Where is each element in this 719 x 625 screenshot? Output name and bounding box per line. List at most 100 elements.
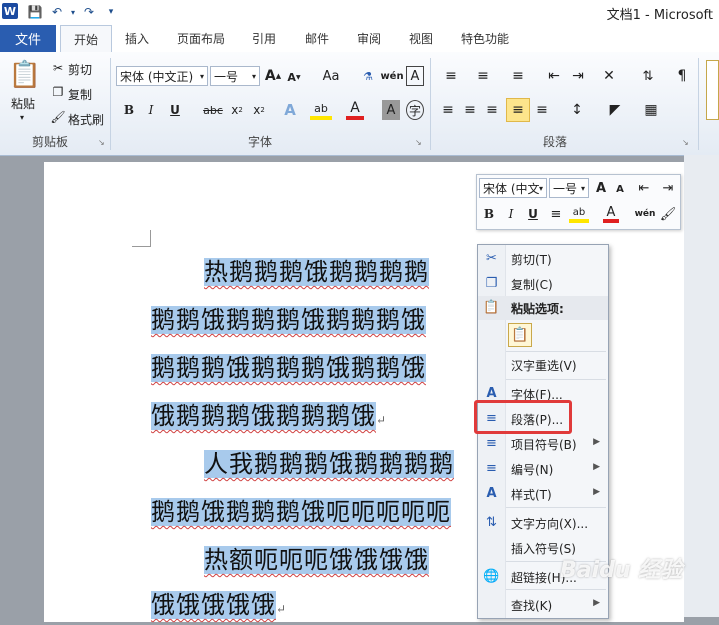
justify-icon[interactable]: ≡ bbox=[506, 98, 530, 122]
underline-icon[interactable]: U bbox=[166, 100, 184, 120]
menu-item-reconvert[interactable]: 汉字重选(V) bbox=[478, 353, 608, 377]
bold-icon[interactable]: B bbox=[481, 205, 497, 223]
format-painter-icon[interactable]: 🖌 bbox=[659, 205, 677, 223]
underline-icon[interactable]: U bbox=[525, 205, 541, 223]
italic-icon[interactable]: I bbox=[503, 205, 519, 223]
grow-font-icon[interactable]: A bbox=[593, 179, 609, 197]
numbering-icon[interactable]: ≡ bbox=[472, 66, 494, 86]
bold-icon[interactable]: B bbox=[120, 100, 138, 120]
menu-item-label: 粘贴选项: bbox=[511, 302, 564, 316]
phonetic-guide-icon[interactable]: wén bbox=[380, 66, 403, 86]
document-line[interactable]: 鹅鹅鹅饿鹅鹅鹅饿鹅鹅饿 bbox=[151, 348, 426, 388]
word-app-icon[interactable]: W bbox=[2, 3, 18, 19]
chevron-down-icon: ▾ bbox=[251, 71, 256, 81]
document-line[interactable]: 热鹅鹅鹅饿鹅鹅鹅鹅 bbox=[204, 252, 429, 292]
scissors-icon[interactable]: ✂ bbox=[50, 60, 66, 76]
paste-icon[interactable]: 📋 bbox=[8, 58, 42, 92]
document-line[interactable]: 热额呃呃呃饿饿饿饿 bbox=[204, 540, 429, 580]
paste-button[interactable]: 粘贴 bbox=[11, 95, 35, 112]
superscript-icon[interactable]: x2 bbox=[250, 100, 268, 120]
line-spacing-icon[interactable]: ↕ bbox=[566, 100, 588, 120]
menu-item-text-direction[interactable]: ⇅ 文字方向(X)... bbox=[478, 511, 608, 535]
paste-dropdown-icon[interactable]: ▾ bbox=[20, 113, 24, 122]
menu-item-bullets[interactable]: ≡ 项目符号(B) ▶ bbox=[478, 432, 608, 456]
bullets-icon[interactable]: ≡ bbox=[440, 66, 462, 86]
strikethrough-icon[interactable]: abc bbox=[202, 100, 224, 120]
decrease-indent-icon[interactable]: ⇤ bbox=[544, 66, 564, 86]
tab-references[interactable]: 引用 bbox=[242, 25, 286, 51]
document-text: 饿鹅鹅鹅饿鹅鹅鹅饿 bbox=[151, 402, 376, 430]
highlight-color-icon[interactable]: ab bbox=[310, 100, 332, 120]
document-line[interactable]: 鹅鹅饿鹅鹅鹅饿呃呃呃呃呃 bbox=[151, 492, 451, 532]
align-left-icon[interactable]: ≡ bbox=[438, 100, 458, 120]
tab-file[interactable]: 文件 bbox=[0, 25, 56, 52]
document-line[interactable]: 饿鹅鹅鹅饿鹅鹅鹅饿↵ bbox=[151, 396, 387, 436]
document-line[interactable]: 饿饿饿饿饿↵ bbox=[151, 585, 287, 625]
tab-special-features[interactable]: 特色功能 bbox=[450, 25, 520, 51]
font-color-icon[interactable]: A bbox=[346, 100, 364, 120]
shading-icon[interactable]: ◤ bbox=[604, 100, 626, 120]
paste-keep-text-icon[interactable]: 📋 bbox=[508, 323, 532, 347]
tab-page-layout[interactable]: 页面布局 bbox=[166, 25, 236, 51]
character-shading-icon[interactable]: A bbox=[382, 100, 400, 120]
align-center-icon[interactable]: ≡ bbox=[460, 100, 480, 120]
decrease-indent-icon[interactable]: ⇤ bbox=[635, 179, 653, 197]
phonetic-guide-icon[interactable]: wén bbox=[635, 205, 656, 223]
mini-font-size-value: 一号 bbox=[553, 181, 578, 196]
paragraph-launcher-icon[interactable]: ↘ bbox=[682, 138, 689, 147]
styles-gallery[interactable] bbox=[706, 60, 719, 120]
align-right-icon[interactable]: ≡ bbox=[482, 100, 502, 120]
tab-mailings[interactable]: 邮件 bbox=[294, 25, 340, 51]
save-icon[interactable]: 💾 bbox=[26, 3, 44, 21]
font-size-dropdown[interactable]: 一号 ▾ bbox=[210, 66, 260, 86]
mini-font-name-dropdown[interactable]: 宋体 (中文 ▾ bbox=[479, 178, 547, 198]
center-icon[interactable]: ≡ bbox=[547, 205, 565, 223]
menu-item-cut[interactable]: ✂ 剪切(T) bbox=[478, 247, 608, 271]
enclose-characters-icon[interactable]: 字 bbox=[406, 100, 424, 120]
subscript-icon[interactable]: x2 bbox=[228, 100, 246, 120]
tab-review[interactable]: 审阅 bbox=[346, 25, 392, 51]
clipboard-launcher-icon[interactable]: ↘ bbox=[98, 138, 105, 147]
borders-icon[interactable]: ▦ bbox=[640, 100, 662, 120]
customize-qat-icon[interactable]: ▾ bbox=[102, 3, 120, 21]
distributed-icon[interactable]: ≡ bbox=[532, 100, 552, 120]
change-case-icon[interactable]: Aa bbox=[318, 66, 344, 86]
menu-item-label: 样式(T) bbox=[511, 488, 552, 502]
format-painter-icon[interactable]: 🖌 bbox=[50, 109, 66, 125]
mini-font-size-dropdown[interactable]: 一号 ▾ bbox=[549, 178, 589, 198]
clear-format-icon[interactable]: ⚗ bbox=[358, 66, 378, 86]
increase-indent-icon[interactable]: ⇥ bbox=[568, 66, 588, 86]
vertical-scrollbar[interactable] bbox=[684, 155, 719, 617]
tab-view[interactable]: 视图 bbox=[398, 25, 444, 51]
multilevel-list-icon[interactable]: ≡ bbox=[506, 66, 530, 86]
increase-indent-icon[interactable]: ⇥ bbox=[659, 179, 677, 197]
menu-item-copy[interactable]: ❐ 复制(C) bbox=[478, 272, 608, 296]
menu-item-find[interactable]: 查找(K) ▶ bbox=[478, 593, 608, 617]
font-color-icon[interactable]: A bbox=[603, 205, 619, 223]
menu-item-label: 查找(K) bbox=[511, 599, 553, 613]
sort-icon[interactable]: ⇅ bbox=[638, 66, 658, 86]
format-painter-button[interactable]: 格式刷 bbox=[68, 111, 104, 128]
tab-home[interactable]: 开始 bbox=[60, 25, 112, 53]
copy-icon[interactable]: ❐ bbox=[50, 84, 66, 100]
shrink-font-icon[interactable]: A ▼ bbox=[286, 68, 302, 86]
italic-icon[interactable]: I bbox=[142, 100, 160, 120]
grow-font-icon[interactable]: A ▲ bbox=[264, 66, 282, 86]
font-name-dropdown[interactable]: 宋体 (中文正) ▾ bbox=[116, 66, 208, 86]
text-effects-icon[interactable]: A bbox=[280, 100, 300, 120]
document-line[interactable]: 人我鹅鹅鹅饿鹅鹅鹅鹅 bbox=[204, 444, 454, 484]
copy-button[interactable]: 复制 bbox=[68, 86, 92, 103]
menu-item-styles[interactable]: A 样式(T) ▶ bbox=[478, 482, 608, 506]
font-launcher-icon[interactable]: ↘ bbox=[415, 138, 422, 147]
mini-toolbar: 宋体 (中文 ▾ 一号 ▾ A A ⇤ ⇥ B I U ≡ ab A wén 🖌 bbox=[476, 174, 681, 230]
show-marks-icon[interactable]: ¶ bbox=[674, 66, 690, 86]
character-border-icon[interactable]: A bbox=[406, 66, 424, 86]
menu-item-numbering[interactable]: ≡ 编号(N) ▶ bbox=[478, 457, 608, 481]
highlight-color-icon[interactable]: ab bbox=[569, 205, 589, 223]
asian-layout-icon[interactable]: ✕ bbox=[598, 66, 620, 86]
tab-insert[interactable]: 插入 bbox=[114, 25, 160, 51]
shrink-font-icon[interactable]: A bbox=[613, 181, 627, 197]
redo-icon[interactable]: ↷ bbox=[80, 3, 98, 21]
document-line[interactable]: 鹅鹅饿鹅鹅鹅饿鹅鹅鹅饿 bbox=[151, 300, 426, 340]
cut-button[interactable]: 剪切 bbox=[68, 61, 92, 78]
